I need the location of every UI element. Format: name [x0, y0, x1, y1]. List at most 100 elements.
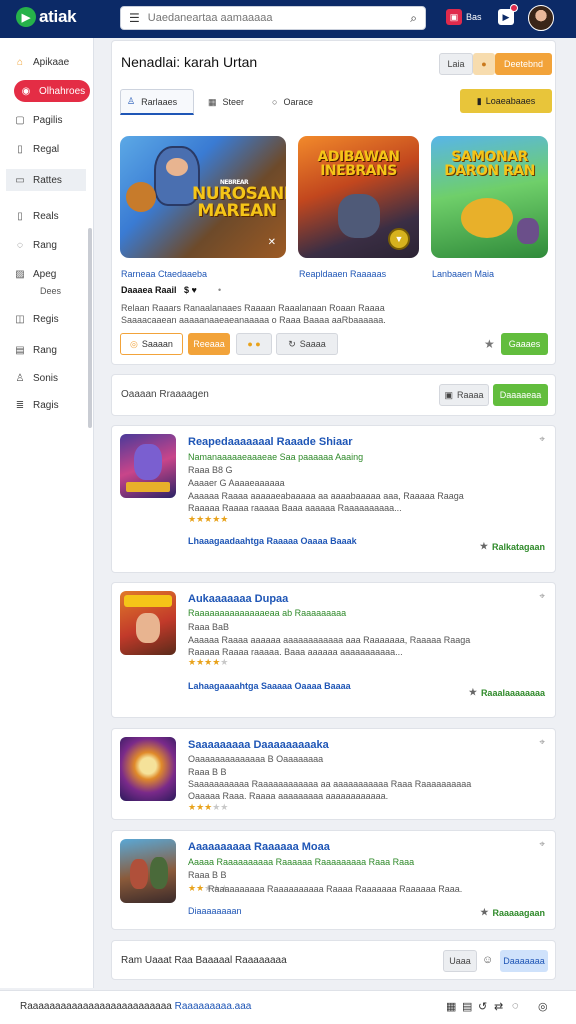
sidebar-item-label: Apikaae: [33, 56, 70, 68]
pin-icon[interactable]: ⌖: [539, 591, 545, 602]
game-name-3[interactable]: Lanbaaen Maia: [432, 269, 494, 279]
search-icon[interactable]: ⌕: [410, 11, 417, 26]
grid-icon: ▢: [15, 114, 25, 126]
sidebar-item-rang[interactable]: ◌ Rang: [14, 234, 92, 256]
tab-rarlaaes[interactable]: ♙ Rarlaaes: [120, 89, 194, 115]
tab-action-button[interactable]: ▮ Loaeabaaes: [460, 89, 552, 113]
coin-icon[interactable]: ●: [473, 53, 495, 75]
pin-icon[interactable]: ⌖: [539, 434, 545, 445]
doc-icon[interactable]: ▤: [462, 1000, 472, 1013]
sidebar-item-rang-2[interactable]: ▤ Rang: [14, 339, 92, 361]
sidebar-item-ragis[interactable]: ≣ Ragis: [14, 394, 92, 416]
shield-shape: [126, 182, 156, 212]
coins-icon[interactable]: ● ●: [236, 333, 272, 355]
list-item[interactable]: ⌖ Aaaaaaaaaa Raaaaaa Moaa Aaaaa Raaaaaaa…: [111, 830, 556, 930]
info-icon[interactable]: •: [218, 285, 221, 295]
list-thumb-2[interactable]: [120, 591, 176, 655]
thumb-figure: [130, 859, 148, 889]
list-thumb-1[interactable]: [120, 434, 176, 498]
list-item[interactable]: ⌖ Reapedaaaaaaal Raaade Shiaar Namanaaaa…: [111, 425, 556, 573]
game-art-1[interactable]: NUROSAND MAREAN NEBREAR ✕: [120, 136, 286, 258]
footer-copy: Raaaaaaaaaaaaaaaaaaaaaaaaaa: [20, 1001, 175, 1012]
tab-oarace[interactable]: ○ Oarace: [266, 89, 319, 115]
tab-steer[interactable]: ▦ Steer: [202, 89, 250, 115]
menu-icon[interactable]: ☰: [129, 11, 140, 25]
list-title[interactable]: Reapedaaaaaaal Raaade Shiaar: [188, 436, 353, 448]
list-title[interactable]: Aaaaaaaaaa Raaaaaa Moaa: [188, 841, 330, 853]
game-art-2[interactable]: ADIBAWAN INEBRANS ▼: [298, 136, 419, 258]
bottom-card-button-2[interactable]: Daaaaaaa: [500, 950, 548, 972]
page-icon: ▯: [17, 143, 23, 155]
list-meta-2: Aaaaer G Aaaaeaaaaaa: [188, 478, 285, 488]
page-icon: ▯: [17, 210, 23, 222]
list-title[interactable]: Saaaaaaaaa Daaaaaaaaaka: [188, 739, 329, 751]
game-name-1[interactable]: Rarneaa Ctaedaaeba: [121, 269, 207, 279]
sidebar-item-regis[interactable]: ◫ Regis: [14, 308, 92, 330]
action-label: Saaaa: [299, 339, 326, 349]
list-desc: Raaaaaaaaaa Raaaaaaaaaa Raaaa Raaaaaaa R…: [208, 884, 463, 894]
list-right-action[interactable]: ★ Raaaaagaan: [480, 907, 545, 918]
action-label: Saaaan: [141, 339, 173, 349]
sidebar-item-apps[interactable]: ▢ Pagilis: [14, 109, 92, 131]
settings-icon[interactable]: ◎: [538, 1000, 548, 1013]
list-right-action[interactable]: ★ Raaalaaaaaaaa: [469, 687, 545, 698]
grid-icon[interactable]: ▦: [446, 1000, 456, 1013]
game-art-1-small: NEBREAR: [219, 179, 249, 186]
search-bar[interactable]: ☰ ⌕: [120, 6, 426, 30]
list-right-action[interactable]: ★ Ralkatagaan: [480, 541, 545, 552]
action-button-3[interactable]: ↻ Saaaa: [276, 333, 338, 355]
tag-icon: ▮: [476, 95, 482, 106]
list-link[interactable]: Lhaaagaadaahtga Raaaaa Oaaaa Baaak: [188, 536, 357, 546]
star-icon[interactable]: ★: [484, 337, 495, 351]
list-meta: Raaa B8 G: [188, 465, 233, 475]
game-art-3-title: SAMONAR DARON RAN: [444, 149, 535, 179]
sidebar-item-home[interactable]: ⌂ Apikaae: [14, 51, 92, 73]
list-meta: Raaa B B: [188, 767, 227, 777]
rating-stars: ★★★★★: [188, 657, 229, 667]
list-right-label: Raaalaaaaaaaa: [480, 687, 545, 698]
filter-button[interactable]: ▣ Raaaa: [439, 384, 489, 406]
sort-button[interactable]: Daaaaeaa: [493, 384, 548, 406]
share-icon[interactable]: ⇄: [494, 1000, 503, 1013]
list-title[interactable]: Aukaaaaaaa Dupaa: [188, 593, 288, 605]
action-button-1[interactable]: ◎ Saaaan: [120, 333, 183, 355]
play-badge-icon[interactable]: ▼: [388, 228, 410, 250]
sidebar-item-apeg[interactable]: ▨ Apeg: [14, 263, 92, 285]
sidebar-item-reals[interactable]: ▯ Reals: [14, 205, 92, 227]
help-icon[interactable]: ☺: [482, 954, 493, 966]
crossed-tools-icon: ✕: [267, 237, 276, 248]
app-logo[interactable]: ▶ atiak: [16, 7, 77, 27]
list-subtitle: Aaaaa Raaaaaaaaaa Raaaaaa Raaaaaaaaa Raa…: [188, 857, 415, 867]
bottom-card-button-1[interactable]: Uaaa: [443, 950, 477, 972]
game-name-2[interactable]: Reapldaaen Raaaaas: [299, 269, 386, 279]
featured-main-button[interactable]: Deetebnd: [495, 53, 552, 75]
sidebar-item-games[interactable]: ◉ Olhahroes: [14, 80, 90, 102]
chat-icon[interactable]: ◌: [512, 1000, 519, 1012]
sidebar-item-rattes[interactable]: ▭ Rattes: [6, 169, 86, 191]
list-item[interactable]: ⌖ Aukaaaaaaa Dupaa Raaaaaaaaaaaaaaeaa ab…: [111, 582, 556, 718]
sidebar-item-sonis[interactable]: ♙ Sonis: [14, 367, 92, 389]
creature-figure: [461, 198, 513, 238]
star-icon: ★: [480, 907, 489, 917]
list-thumb-4[interactable]: [120, 839, 176, 903]
bottom-green-button[interactable]: Gaaaes: [501, 333, 548, 355]
pin-icon[interactable]: ⌖: [539, 839, 545, 850]
list-thumb-3[interactable]: [120, 737, 176, 801]
list-link[interactable]: Lahaagaaaahtga Saaaaa Oaaaa Baaaa: [188, 681, 351, 691]
list-link[interactable]: Diaaaaaaaan: [188, 906, 242, 916]
featured-small-button[interactable]: Laia: [439, 53, 473, 75]
footer-link[interactable]: Raaaaaaaaa.aaa: [175, 1001, 252, 1012]
action-button-2[interactable]: Reeaaa: [188, 333, 230, 355]
link-icon[interactable]: ↺: [478, 1000, 487, 1013]
store-icon[interactable]: ▣: [446, 9, 462, 25]
minion-figure: [517, 218, 539, 244]
search-input[interactable]: [147, 12, 411, 24]
sidebar-scrollbar[interactable]: [88, 228, 92, 428]
pin-icon[interactable]: ⌖: [539, 737, 545, 748]
sidebar-item-regal[interactable]: ▯ Regal: [14, 138, 92, 160]
sidebar-item-label: Reals: [33, 210, 59, 222]
rating-stars: ★★★★★: [188, 802, 229, 812]
user-avatar[interactable]: [528, 5, 554, 31]
game-art-3[interactable]: SAMONAR DARON RAN: [431, 136, 548, 258]
list-item[interactable]: ⌖ Saaaaaaaaa Daaaaaaaaaka Oaaaaaaaaaaaaa…: [111, 728, 556, 820]
